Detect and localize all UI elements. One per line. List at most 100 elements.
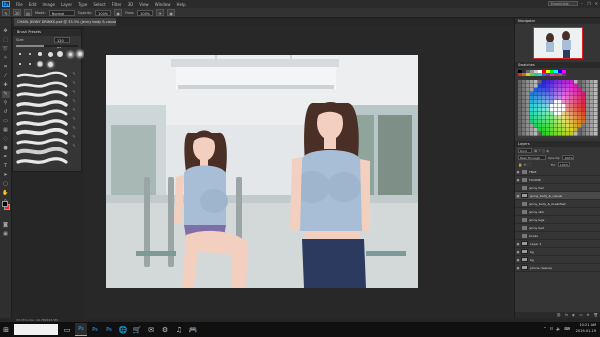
wheel-swatch[interactable] xyxy=(542,120,546,124)
wheel-swatch[interactable] xyxy=(550,104,554,108)
wheel-swatch[interactable] xyxy=(586,132,590,136)
wheel-swatch[interactable] xyxy=(570,88,574,92)
wheel-swatch[interactable] xyxy=(582,120,586,124)
layer-row[interactable]: ◉ phone cleanup xyxy=(515,264,600,272)
brush-tip[interactable] xyxy=(76,50,84,58)
wheel-swatch[interactable] xyxy=(578,108,582,112)
wheel-swatch[interactable] xyxy=(534,80,538,84)
wheel-swatch[interactable] xyxy=(574,128,578,132)
wheel-swatch[interactable] xyxy=(590,80,594,84)
brush-settings-icon[interactable]: ✎ xyxy=(69,107,79,113)
wheel-swatch[interactable] xyxy=(534,112,538,116)
wheel-swatch[interactable] xyxy=(526,132,530,136)
wheel-swatch[interactable] xyxy=(546,96,550,100)
taskbar-app-browser-icon[interactable]: 🌐 xyxy=(117,323,129,336)
wheel-swatch[interactable] xyxy=(578,124,582,128)
wheel-swatch[interactable] xyxy=(590,92,594,96)
wheel-swatch[interactable] xyxy=(578,84,582,88)
document-canvas[interactable] xyxy=(106,55,418,288)
wheel-swatch[interactable] xyxy=(554,128,558,132)
wheel-swatch[interactable] xyxy=(586,112,590,116)
wheel-swatch[interactable] xyxy=(582,116,586,120)
wheel-swatch[interactable] xyxy=(558,128,562,132)
wheel-swatch[interactable] xyxy=(534,124,538,128)
wheel-swatch[interactable] xyxy=(586,124,590,128)
brush-settings-icon[interactable]: ✎ xyxy=(69,89,79,95)
wheel-swatch[interactable] xyxy=(518,100,522,104)
wheel-swatch[interactable] xyxy=(566,120,570,124)
layer-row[interactable]: ◉ Layer 1 xyxy=(515,240,600,248)
wheel-swatch[interactable] xyxy=(594,84,598,88)
wheel-swatch[interactable] xyxy=(566,92,570,96)
wheel-swatch[interactable] xyxy=(578,120,582,124)
wheel-swatch[interactable] xyxy=(594,92,598,96)
wheel-swatch[interactable] xyxy=(526,100,530,104)
gradient-tool-icon[interactable]: ▦ xyxy=(2,127,10,134)
wheel-swatch[interactable] xyxy=(582,124,586,128)
brush-stroke-preview[interactable] xyxy=(16,80,68,90)
wheel-swatch[interactable] xyxy=(530,108,534,112)
wheel-swatch[interactable] xyxy=(570,84,574,88)
navigator-thumbnail[interactable] xyxy=(532,27,583,59)
wheel-swatch[interactable] xyxy=(518,88,522,92)
wheel-swatch[interactable] xyxy=(594,112,598,116)
wheel-swatch[interactable] xyxy=(586,80,590,84)
wheel-swatch[interactable] xyxy=(546,132,550,136)
wheel-swatch[interactable] xyxy=(530,132,534,136)
close-button[interactable]: ✕ xyxy=(595,1,598,6)
wheel-swatch[interactable] xyxy=(594,128,598,132)
wheel-swatch[interactable] xyxy=(538,80,542,84)
wheel-swatch[interactable] xyxy=(594,100,598,104)
wheel-swatch[interactable] xyxy=(534,132,538,136)
wheel-swatch[interactable] xyxy=(578,80,582,84)
wheel-swatch[interactable] xyxy=(562,88,566,92)
task-view-icon[interactable]: ▭ xyxy=(61,323,73,336)
wheel-swatch[interactable] xyxy=(574,124,578,128)
wheel-swatch[interactable] xyxy=(586,104,590,108)
menu-type[interactable]: Type xyxy=(75,2,90,7)
wheel-swatch[interactable] xyxy=(570,112,574,116)
healing-tool-icon[interactable]: ✚ xyxy=(2,82,10,89)
menu-help[interactable]: Help xyxy=(173,2,188,7)
wheel-swatch[interactable] xyxy=(554,92,558,96)
wheel-swatch[interactable] xyxy=(518,120,522,124)
wheel-swatch[interactable] xyxy=(518,84,522,88)
network-icon[interactable]: ☷ xyxy=(550,326,554,331)
wheel-swatch[interactable] xyxy=(522,88,526,92)
wheel-swatch[interactable] xyxy=(590,116,594,120)
brush-tip[interactable] xyxy=(36,50,44,58)
wheel-swatch[interactable] xyxy=(566,128,570,132)
wheel-swatch[interactable] xyxy=(538,84,542,88)
wheel-swatch[interactable] xyxy=(538,88,542,92)
brush-stroke-preview[interactable] xyxy=(16,109,68,118)
wheel-swatch[interactable] xyxy=(582,80,586,84)
shape-tool-icon[interactable]: ▢ xyxy=(2,181,10,188)
taskbar-app-game-icon[interactable]: 🎮 xyxy=(187,323,199,336)
menu-image[interactable]: Image xyxy=(39,2,58,7)
wheel-swatch[interactable] xyxy=(574,92,578,96)
wheel-swatch[interactable] xyxy=(522,132,526,136)
new-group-icon[interactable]: ▭ xyxy=(579,312,582,318)
wheel-swatch[interactable] xyxy=(526,120,530,124)
wheel-swatch[interactable] xyxy=(558,132,562,136)
wheel-swatch[interactable] xyxy=(582,108,586,112)
wheel-swatch[interactable] xyxy=(570,132,574,136)
wheel-swatch[interactable] xyxy=(550,108,554,112)
wheel-swatch[interactable] xyxy=(558,120,562,124)
menu-layer[interactable]: Layer xyxy=(58,2,75,7)
wheel-swatch[interactable] xyxy=(538,104,542,108)
wheel-swatch[interactable] xyxy=(542,96,546,100)
brush-stroke-preview[interactable] xyxy=(16,71,68,80)
wheel-swatch[interactable] xyxy=(550,116,554,120)
crop-tool-icon[interactable]: ⌗ xyxy=(2,64,10,71)
wheel-swatch[interactable] xyxy=(546,112,550,116)
wheel-swatch[interactable] xyxy=(562,80,566,84)
wheel-swatch[interactable] xyxy=(558,116,562,120)
wheel-swatch[interactable] xyxy=(558,112,562,116)
wheel-swatch[interactable] xyxy=(566,84,570,88)
path-select-tool-icon[interactable]: ➤ xyxy=(2,172,10,179)
visibility-eye-icon[interactable]: ◉ xyxy=(515,178,521,182)
blend-mode-select[interactable]: Pass Through xyxy=(518,155,546,160)
screen-mode-icon[interactable]: ▣ xyxy=(2,231,10,238)
wheel-swatch[interactable] xyxy=(542,124,546,128)
